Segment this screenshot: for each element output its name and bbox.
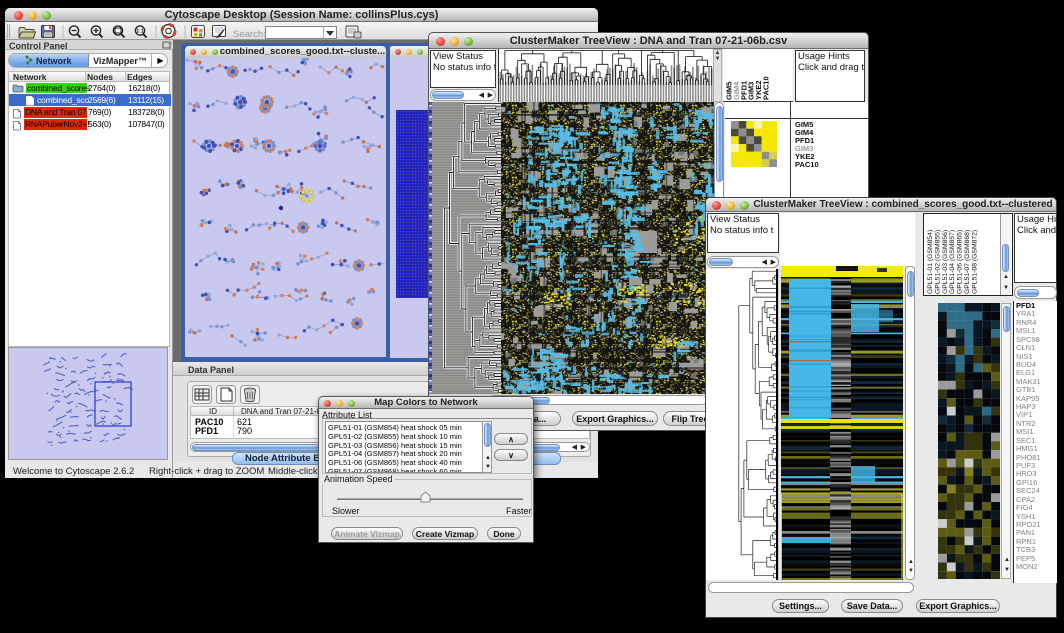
svg-text:PAC10: PAC10 [762,76,771,100]
svg-text:GPL51-07 (GSM868): GPL51-07 (GSM868) [964,230,971,294]
svg-text:GPL51-03 (GSM856): GPL51-03 (GSM856) [942,230,949,294]
svg-text:GPL51-01 (GSM854): GPL51-01 (GSM854) [927,230,934,294]
svg-text:GPL51-06 (GSM865): GPL51-06 (GSM865) [957,230,964,294]
svg-text:GPL51-04 (GSM857): GPL51-04 (GSM857) [949,230,956,294]
svg-text:GPL51-08 (GSM872): GPL51-08 (GSM872) [971,230,978,294]
svg-text:GPL51-02 (GSM855): GPL51-02 (GSM855) [934,230,941,294]
svg-text:1:1: 1:1 [136,29,143,35]
